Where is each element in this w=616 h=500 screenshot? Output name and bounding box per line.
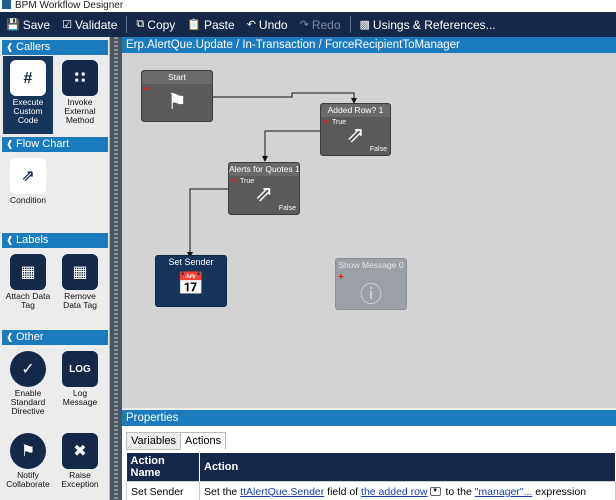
toolbox-panel: ❰ Callers # Execute Custom Code ∷ Invoke …: [0, 37, 110, 500]
bell-icon: ⚑: [10, 433, 46, 469]
table-row[interactable]: Set Sender Set the ttAlertQue.Sender fie…: [126, 481, 616, 500]
canvas-title: Erp.AlertQue.Update / In-Transaction / F…: [122, 37, 616, 53]
paste-icon: 📋: [187, 19, 201, 31]
chevron-up-icon: ❰: [6, 42, 14, 52]
tool-raise-exception[interactable]: ✖ Raise Exception: [55, 429, 105, 499]
node-show-message[interactable]: Show Message 0 + ⓘ: [335, 258, 407, 310]
add-marker-icon: +: [338, 272, 344, 283]
info-bubble-icon: ⓘ: [359, 282, 383, 307]
redo-icon: ↷: [299, 19, 309, 31]
connector-start-to-added-row: [212, 92, 357, 104]
field-link[interactable]: ttAlertQue.Sender: [240, 486, 324, 498]
exception-icon: ✖: [62, 433, 98, 469]
app-icon: [2, 0, 11, 9]
section-callers[interactable]: ❰ Callers: [2, 40, 108, 55]
column-header-action[interactable]: Action: [199, 453, 616, 482]
node-set-sender[interactable]: Set Sender 📅: [155, 255, 227, 307]
tool-notify-collaborate[interactable]: ⚑ Notify Collaborate: [3, 429, 53, 499]
tab-actions[interactable]: Actions: [180, 432, 227, 450]
enable-directive-icon: ✓: [10, 351, 46, 387]
actions-table: Action Name Action Set Sender Set the tt…: [126, 453, 616, 500]
tool-condition[interactable]: ⇗ Condition: [3, 154, 53, 212]
section-labels[interactable]: ❰ Labels: [2, 233, 108, 248]
copy-icon: ⧉: [136, 18, 145, 30]
log-icon: LOG: [62, 351, 98, 387]
flag-icon: ⚑: [167, 89, 187, 114]
calendar-icon: 📅: [177, 271, 205, 296]
tab-variables[interactable]: Variables: [126, 432, 182, 450]
window-title: BPM Workflow Designer: [15, 0, 124, 11]
node-alerts-for-quotes[interactable]: Alerts for Quotes 1 + True ⇗ False: [228, 162, 300, 215]
action-cell[interactable]: Set the ttAlertQue.Sender field of the a…: [199, 481, 616, 500]
connector-added-row-true: [262, 130, 320, 162]
tool-attach-data-tag[interactable]: ▦ Attach Data Tag: [3, 250, 53, 320]
diamond-arrow-icon: ⇗: [254, 181, 274, 206]
redo-button[interactable]: ↷ Redo: [294, 12, 347, 37]
chevron-up-icon: ❰: [6, 235, 14, 245]
tool-execute-custom-code[interactable]: # Execute Custom Code: [3, 56, 53, 134]
usings-references-button[interactable]: ▩ Usings & References...: [354, 12, 502, 37]
properties-panel: Variables Actions Action Name Action Set…: [122, 426, 616, 500]
tool-enable-standard-directive[interactable]: ✓ Enable Standard Directive: [3, 347, 53, 425]
properties-title: Properties: [122, 410, 616, 426]
properties-tabs: Variables Actions: [126, 432, 227, 450]
hash-document-icon: #: [10, 60, 46, 96]
expression-link[interactable]: "manager"...: [475, 486, 533, 498]
chevron-up-icon: ❰: [6, 332, 14, 342]
network-icon: ∷: [62, 60, 98, 96]
chevron-up-icon: ❰: [6, 139, 14, 149]
save-icon: 💾: [6, 19, 20, 31]
dropdown-icon[interactable]: ▼: [429, 487, 441, 497]
table-tag-icon: ▦: [10, 254, 46, 290]
toolbar-separator: [126, 16, 128, 33]
section-other[interactable]: ❰ Other: [2, 330, 108, 345]
validate-button[interactable]: ☑ Validate: [56, 12, 123, 37]
add-marker-icon: +: [144, 84, 150, 95]
copy-button[interactable]: ⧉ Copy: [130, 12, 181, 37]
undo-icon: ↶: [246, 19, 256, 31]
node-start[interactable]: Start + ⚑: [141, 70, 213, 122]
title-bar: BPM Workflow Designer: [0, 0, 616, 12]
diamond-arrow-icon: ⇗: [346, 122, 365, 147]
toolbar: 💾 Save ☑ Validate ⧉ Copy 📋 Paste ↶ Undo ↷ Redo…: [0, 12, 616, 37]
add-marker-icon: +: [323, 117, 329, 128]
splitter-grip: [114, 37, 118, 500]
tool-log-message[interactable]: LOG Log Message: [55, 347, 105, 425]
section-flow-chart[interactable]: ❰ Flow Chart: [2, 137, 108, 152]
checkbox-icon: ☑: [62, 19, 72, 31]
add-marker-icon: +: [231, 176, 237, 187]
toolbar-separator: [349, 16, 351, 33]
connector-alerts-true: [187, 188, 228, 258]
save-button[interactable]: 💾 Save: [0, 12, 56, 37]
column-header-action-name[interactable]: Action Name: [126, 453, 200, 482]
tool-remove-data-tag[interactable]: ▦ Remove Data Tag: [55, 250, 105, 320]
row-link[interactable]: the added row: [361, 486, 428, 498]
node-added-row[interactable]: Added Row? 1 + True ⇗ False: [320, 103, 391, 156]
paste-button[interactable]: 📋 Paste: [181, 12, 240, 37]
diamond-arrow-icon: ⇗: [10, 158, 46, 194]
undo-button[interactable]: ↶ Undo: [241, 12, 294, 37]
tool-invoke-external-method[interactable]: ∷ Invoke External Method: [55, 56, 105, 134]
references-icon: ▩: [359, 19, 370, 31]
action-name-cell[interactable]: Set Sender: [126, 481, 200, 500]
table-remove-icon: ▦: [62, 254, 98, 290]
